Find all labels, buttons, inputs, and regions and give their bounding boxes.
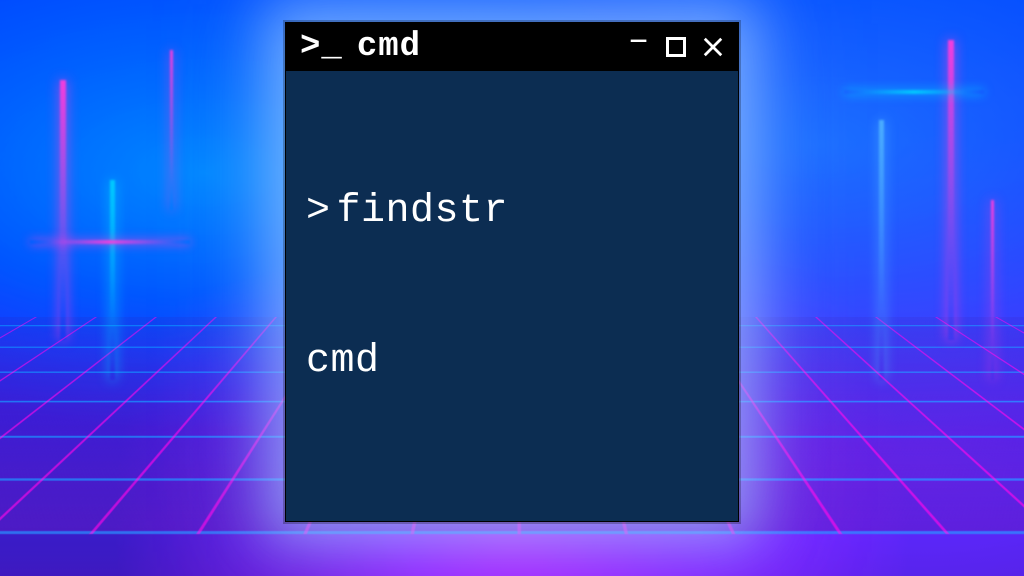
- command-text: findstr: [337, 189, 509, 234]
- prompt-symbol: >: [306, 189, 331, 234]
- terminal-prompt-icon: >_: [300, 28, 343, 66]
- neon-line: [110, 180, 115, 380]
- close-button[interactable]: [700, 34, 726, 60]
- output-line: cmd: [306, 337, 718, 387]
- minimize-button[interactable]: –: [626, 28, 652, 54]
- neon-line: [844, 90, 984, 94]
- close-icon: [702, 36, 724, 58]
- command-line: >findstr: [306, 187, 718, 237]
- neon-line: [30, 240, 190, 244]
- terminal-window[interactable]: >_ cmd – >findstr cmd: [285, 22, 739, 522]
- window-title: cmd: [357, 28, 626, 66]
- titlebar[interactable]: >_ cmd –: [286, 23, 738, 71]
- maximize-button[interactable]: [666, 37, 686, 57]
- neon-line: [991, 200, 994, 380]
- neon-line: [170, 50, 173, 210]
- window-controls: –: [626, 34, 726, 60]
- neon-line: [879, 120, 884, 380]
- neon-line: [948, 40, 954, 340]
- neon-line: [60, 80, 66, 340]
- terminal-body[interactable]: >findstr cmd: [286, 71, 738, 521]
